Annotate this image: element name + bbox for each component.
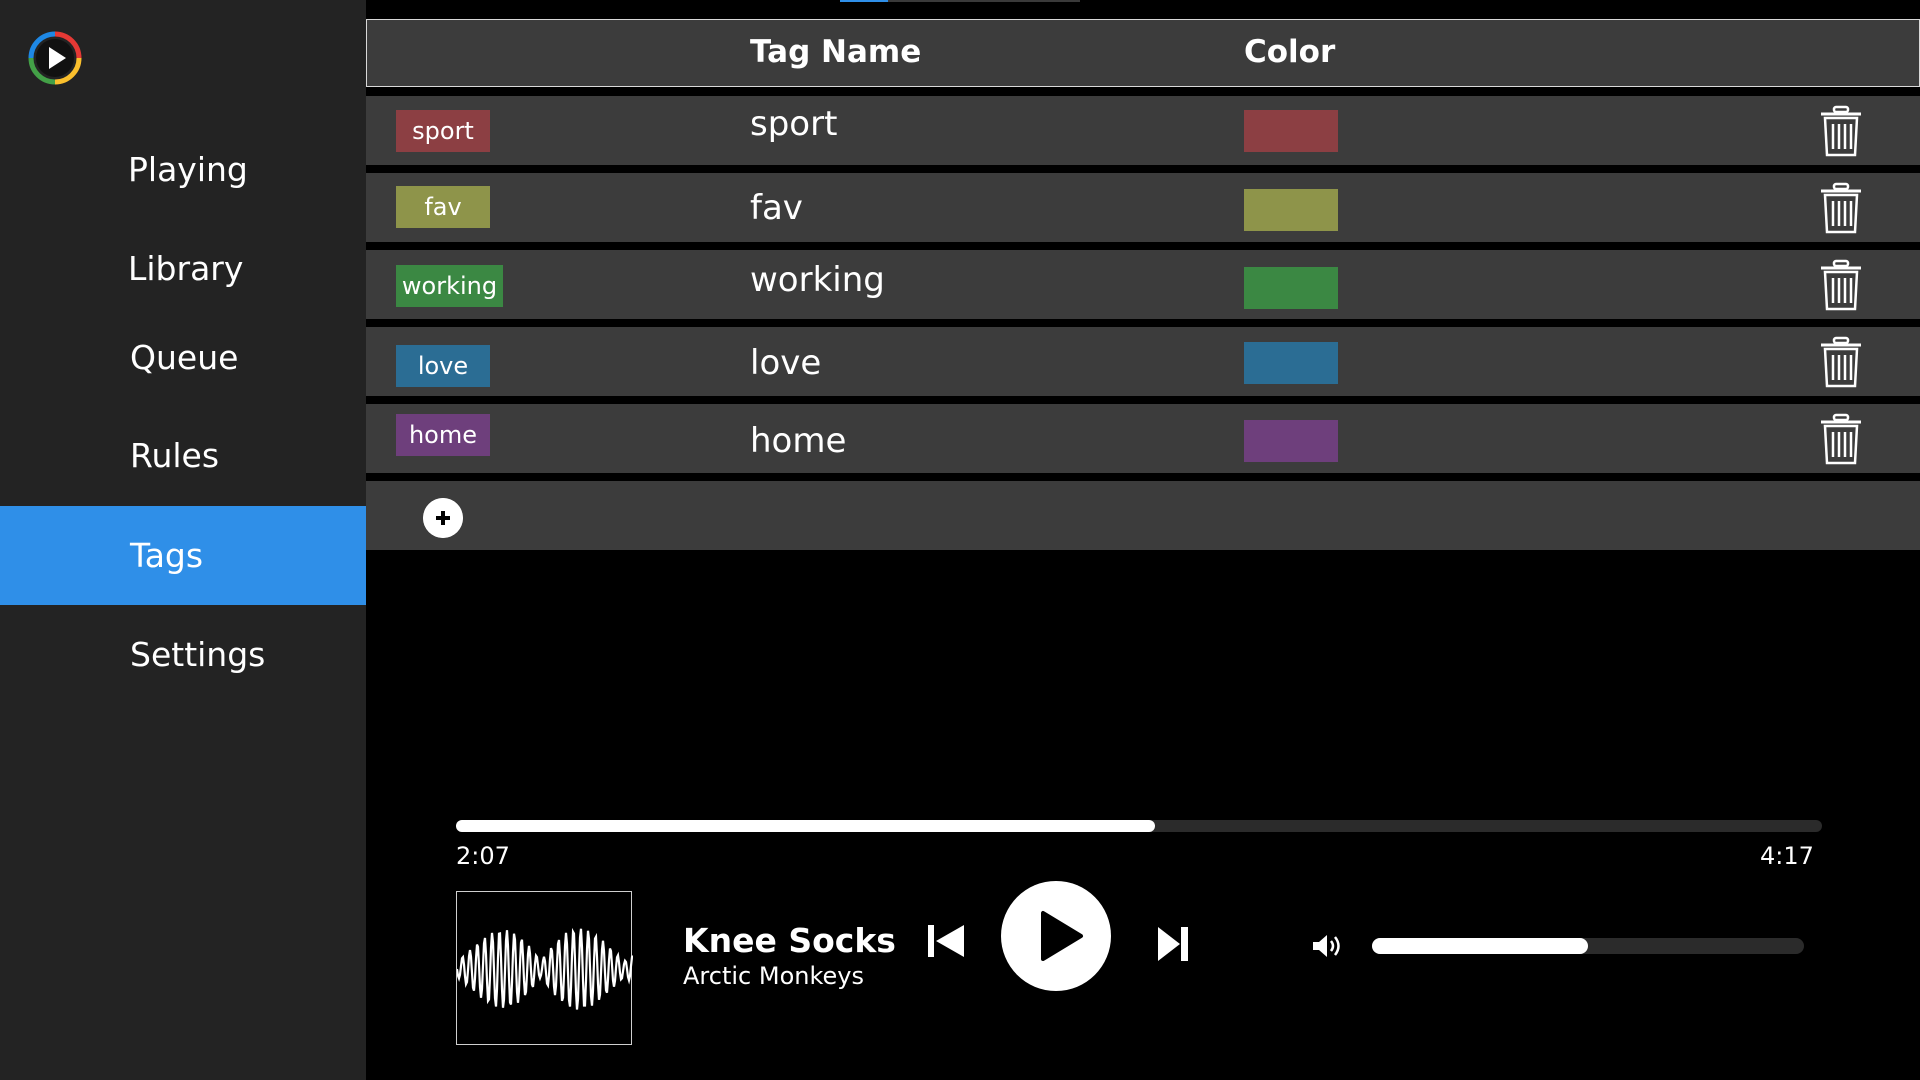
tag-chip: love xyxy=(396,345,490,387)
seek-bar-progress xyxy=(456,820,1156,832)
nav-item-tags[interactable]: Tags xyxy=(0,506,366,605)
table-row: love love xyxy=(366,327,1920,396)
app-logo-icon xyxy=(28,31,82,85)
elapsed-time: 2:07 xyxy=(456,842,510,870)
waveform-icon xyxy=(455,927,634,1010)
top-tab-indicator xyxy=(840,0,888,2)
header-color: Color xyxy=(1244,34,1336,70)
volume-slider[interactable] xyxy=(1372,938,1804,954)
color-swatch[interactable] xyxy=(1244,420,1338,462)
track-artist: Arctic Monkeys xyxy=(683,962,864,990)
add-tag-row xyxy=(366,481,1920,550)
volume-slider-fill xyxy=(1372,938,1588,954)
nav-item-playing[interactable]: Playing xyxy=(0,120,366,219)
nav-item-label: Library xyxy=(128,249,244,288)
nav-item-label: Queue xyxy=(130,338,239,377)
tag-chip: home xyxy=(396,414,490,456)
tag-name: sport xyxy=(750,104,838,144)
tags-table-header: Tag Name Color xyxy=(366,19,1920,87)
trash-icon[interactable] xyxy=(1818,181,1864,235)
tag-name: home xyxy=(750,421,847,461)
table-row: sport sport xyxy=(366,96,1920,165)
trash-icon[interactable] xyxy=(1818,412,1864,466)
color-swatch[interactable] xyxy=(1244,267,1338,309)
trash-icon[interactable] xyxy=(1818,258,1864,312)
tag-name: working xyxy=(750,260,885,300)
color-swatch[interactable] xyxy=(1244,110,1338,152)
skip-next-icon[interactable] xyxy=(1158,927,1188,961)
play-button[interactable] xyxy=(1001,881,1111,991)
table-row: working working xyxy=(366,250,1920,319)
volume-icon[interactable] xyxy=(1313,934,1345,958)
tag-name: fav xyxy=(750,188,803,228)
nav-item-settings[interactable]: Settings xyxy=(0,605,366,704)
trash-icon[interactable] xyxy=(1818,335,1864,389)
skip-previous-icon[interactable] xyxy=(928,925,964,957)
add-tag-button[interactable] xyxy=(423,498,463,538)
play-icon xyxy=(1041,911,1083,961)
album-art xyxy=(455,891,634,1045)
seek-bar[interactable] xyxy=(456,820,1822,832)
header-tag-name: Tag Name xyxy=(750,34,922,70)
nav-item-label: Rules xyxy=(130,436,220,475)
track-title: Knee Socks xyxy=(683,921,896,960)
color-swatch[interactable] xyxy=(1244,342,1338,384)
trash-icon[interactable] xyxy=(1818,104,1864,158)
tag-chip: working xyxy=(396,265,503,307)
nav-item-label: Tags xyxy=(130,536,204,575)
tag-name: love xyxy=(750,343,822,383)
tag-chip: sport xyxy=(396,110,490,152)
table-row: fav fav xyxy=(366,173,1920,242)
sidebar: Playing Library Queue Rules Tags Setting… xyxy=(0,0,366,1080)
nav-item-rules[interactable]: Rules xyxy=(0,406,366,505)
tag-chip: fav xyxy=(396,186,490,228)
color-swatch[interactable] xyxy=(1244,189,1338,231)
table-row: home home xyxy=(366,404,1920,473)
nav-item-library[interactable]: Library xyxy=(0,219,366,318)
nav-item-label: Settings xyxy=(130,635,266,674)
total-duration: 4:17 xyxy=(1760,842,1814,870)
nav-item-queue[interactable]: Queue xyxy=(0,308,366,407)
nav-item-label: Playing xyxy=(128,150,248,189)
